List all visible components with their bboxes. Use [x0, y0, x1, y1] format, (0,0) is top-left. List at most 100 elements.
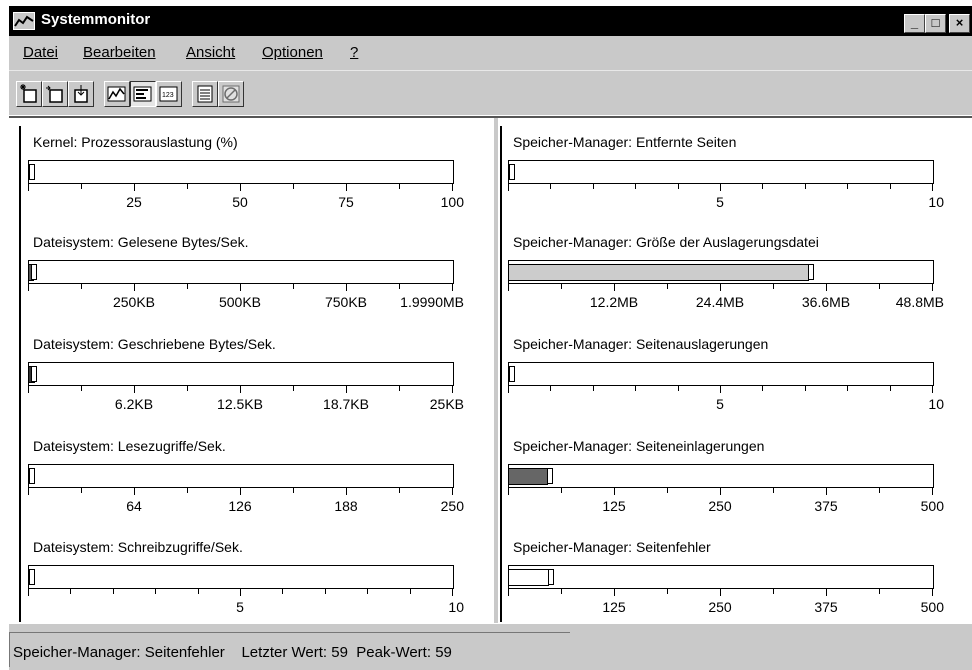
column-divider: [494, 118, 498, 625]
tick-mark: [399, 183, 400, 189]
meter-track: [508, 260, 934, 284]
report-view-button[interactable]: 123: [156, 81, 182, 107]
tick-label: 24.4MB: [695, 294, 745, 310]
save-settings-icon: [74, 85, 88, 103]
close-icon: ×: [955, 15, 964, 30]
tick-mark: [240, 183, 241, 191]
meter-bar: [509, 569, 549, 586]
tick-mark: [293, 283, 294, 289]
meter-panel[interactable]: Dateisystem: Gelesene Bytes/Sek. 250KB 500…: [19, 222, 479, 322]
tick-mark: [187, 487, 188, 493]
tick-mark: [113, 588, 114, 594]
tick-mark: [134, 487, 135, 495]
meter-panel[interactable]: Dateisystem: Lesezugriffe/Sek. 64 126 188 25…: [19, 426, 479, 526]
tick-label: 10: [928, 396, 944, 412]
maximize-icon: □: [931, 15, 940, 30]
tick-mark: [667, 588, 668, 594]
properties-button[interactable]: [192, 81, 218, 107]
meter-track: [28, 260, 454, 284]
tick-label: 125: [602, 599, 626, 615]
tick-mark: [720, 588, 721, 596]
tick-label: 1.9990MB: [400, 294, 464, 310]
tick-mark: [667, 487, 668, 493]
meter-label: Speicher-Manager: Seitenfehler: [513, 539, 711, 555]
tick-mark: [847, 183, 848, 189]
toolbar: 123: [9, 70, 972, 115]
tick-mark: [879, 487, 880, 493]
minimize-button[interactable]: _: [904, 14, 925, 33]
meter-peak-marker: [509, 164, 515, 180]
tick-mark: [614, 487, 615, 495]
tick-mark: [773, 283, 774, 289]
histogram-view-button[interactable]: [130, 81, 156, 107]
delete-counter-button[interactable]: [218, 81, 244, 107]
tick-mark: [81, 283, 82, 289]
tick-mark: [932, 588, 933, 596]
menu-label: Optionen: [262, 44, 323, 61]
tick-mark: [508, 283, 509, 291]
tick-label: 188: [334, 498, 358, 514]
tick-label: 126: [228, 498, 252, 514]
tick-label: 64: [126, 498, 142, 514]
meter-ticks: [28, 183, 454, 191]
meter-panel[interactable]: Speicher-Manager: Seitenauslagerungen 5 10: [499, 324, 959, 424]
meter-panel[interactable]: Speicher-Manager: Entfernte Seiten 5 10: [499, 122, 959, 222]
new-settings-button[interactable]: [16, 81, 42, 107]
status-text: Speicher-Manager: Seitenfehler Letzter W…: [13, 644, 452, 661]
tick-label: 5: [716, 194, 724, 210]
meter-panel[interactable]: Kernel: Prozessorauslastung (%) 25 50 75 100: [19, 122, 479, 222]
tick-mark: [28, 183, 29, 191]
meter-peak-marker: [29, 164, 35, 180]
tick-label: 750KB: [324, 294, 368, 310]
tick-mark: [28, 588, 29, 596]
meter-label: Dateisystem: Schreibzugriffe/Sek.: [33, 539, 243, 555]
tick-label: 500KB: [218, 294, 262, 310]
close-button[interactable]: ×: [949, 14, 970, 33]
menu-optionen[interactable]: Optionen: [262, 44, 323, 61]
meter-track: [508, 464, 934, 488]
tick-mark: [561, 487, 562, 493]
tick-mark: [508, 487, 509, 495]
meter-peak-marker: [31, 366, 37, 382]
tick-mark: [879, 588, 880, 594]
tick-mark: [805, 385, 806, 391]
tick-mark: [399, 385, 400, 391]
meter-panel[interactable]: Speicher-Manager: Seiteneinlagerungen 125…: [499, 426, 959, 526]
maximize-button[interactable]: □: [925, 14, 946, 33]
meter-ticks: [508, 588, 934, 596]
tick-mark: [187, 385, 188, 391]
numeric-view-icon: 123: [159, 86, 178, 102]
tick-mark: [81, 487, 82, 493]
tick-mark: [932, 385, 933, 393]
menu-datei[interactable]: Datei: [23, 44, 58, 61]
menu-help[interactable]: ?: [350, 44, 358, 61]
tick-mark: [346, 283, 347, 291]
meter-panel[interactable]: Dateisystem: Geschriebene Bytes/Sek. 6.2K…: [19, 324, 479, 424]
title-bar[interactable]: Systemmonitor _ □ ×: [9, 6, 972, 36]
meter-panel[interactable]: Speicher-Manager: Seitenfehler 125 250 375 5…: [499, 527, 959, 627]
meter-panel[interactable]: Speicher-Manager: Größe der Auslagerungs…: [499, 222, 959, 322]
meter-label: Speicher-Manager: Seiteneinlagerungen: [513, 438, 765, 454]
meter-track: [508, 565, 934, 589]
menu-ansicht[interactable]: Ansicht: [186, 44, 235, 61]
save-settings-button[interactable]: [68, 81, 94, 107]
tick-mark: [155, 588, 156, 594]
open-settings-button[interactable]: [42, 81, 68, 107]
tick-mark: [134, 183, 135, 191]
tick-label: 375: [814, 498, 838, 514]
tick-mark: [81, 385, 82, 391]
meter-ticks: [508, 385, 934, 393]
tick-mark: [452, 385, 453, 393]
tick-mark: [635, 385, 636, 391]
tick-mark: [826, 283, 827, 291]
tick-mark: [198, 588, 199, 594]
tick-mark: [346, 385, 347, 393]
status-peak-value: 59: [435, 644, 452, 661]
menu-bearbeiten[interactable]: Bearbeiten: [83, 44, 156, 61]
meter-bar: [509, 264, 809, 281]
chart-view-button[interactable]: [104, 81, 130, 107]
meter-track: [28, 160, 454, 184]
meter-panel[interactable]: Dateisystem: Schreibzugriffe/Sek. 5 10: [19, 527, 479, 627]
meter-track: [28, 464, 454, 488]
delete-icon: [222, 85, 240, 103]
